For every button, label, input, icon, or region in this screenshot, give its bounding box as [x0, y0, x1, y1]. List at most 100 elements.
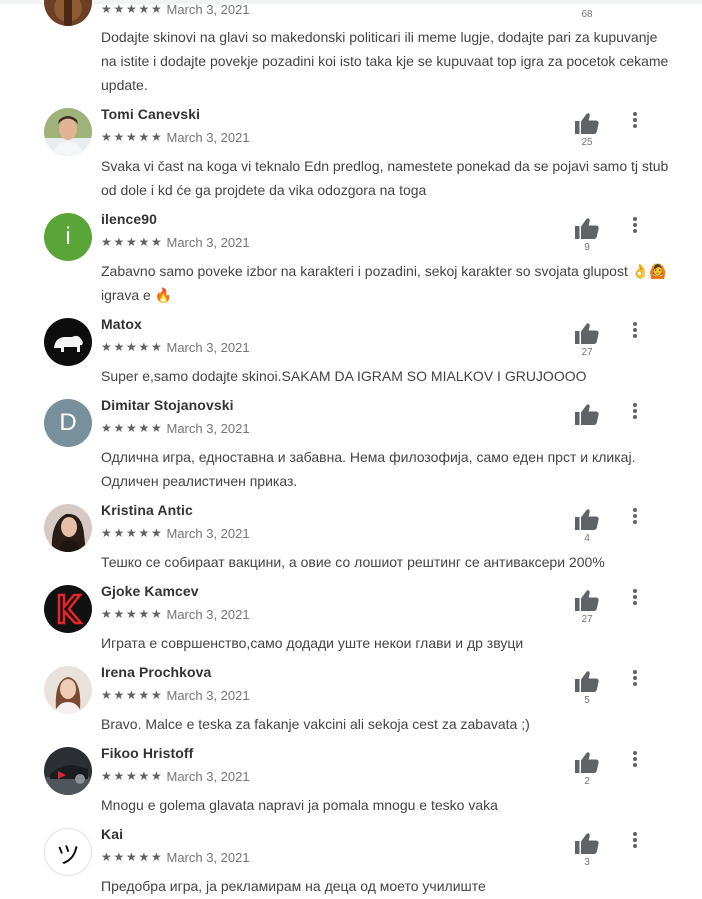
reviewer-avatar — [44, 666, 92, 714]
thumbs-up-icon[interactable] — [575, 403, 599, 425]
star-rating: ★ ★ ★ ★ ★ — [101, 527, 164, 539]
helpful-count: 4 — [584, 533, 590, 544]
more-vert-icon[interactable] — [627, 401, 643, 421]
star-icon: ★ — [101, 769, 112, 783]
review-text: Предобра игра, ја рекламирам на деца од … — [101, 878, 486, 894]
star-icon: ★ — [151, 130, 162, 144]
star-icon: ★ — [126, 769, 137, 783]
review-meta: ★ ★ ★ ★ ★ March 3, 2021 — [101, 420, 250, 436]
reviewer-name: ilence90 — [101, 211, 158, 227]
more-vert-icon[interactable] — [627, 668, 643, 688]
star-icon: ★ — [113, 769, 125, 783]
helpful-count: 68 — [581, 9, 593, 20]
review-text: Играта е совршенство,само додади уште не… — [101, 635, 524, 651]
star-icon: ★ — [101, 340, 112, 354]
star-icon: ★ — [126, 130, 137, 144]
review-date: March 3, 2021 — [166, 525, 250, 541]
review-meta: ★ ★ ★ ★ ★ March 3, 2021 — [101, 525, 250, 541]
star-icon: ★ — [151, 850, 162, 864]
review-date: March 3, 2021 — [166, 849, 250, 865]
star-icon: ★ — [151, 607, 162, 621]
more-vert-icon[interactable] — [627, 215, 643, 235]
star-icon: ★ — [151, 2, 162, 16]
star-icon: ★ — [126, 607, 137, 621]
review-date: March 3, 2021 — [166, 606, 250, 622]
reviewer-avatar — [44, 108, 92, 156]
thumbs-up-icon[interactable] — [575, 508, 599, 530]
star-icon: ★ — [113, 850, 125, 864]
star-icon: ★ — [138, 340, 150, 354]
review-text: Одлична игра, едноставна и забавна. Нема… — [101, 449, 636, 489]
review-meta: ★ ★ ★ ★ ★ March 3, 2021 — [101, 769, 250, 784]
thumbs-up-icon[interactable] — [575, 589, 599, 611]
avatar-letter: D — [59, 409, 77, 436]
star-icon: ★ — [138, 607, 150, 621]
review-text: Dodajte skinovi na glavi so makedonski p… — [101, 29, 669, 93]
review-meta: ★ ★ ★ ★ ★ March 3, 2021 — [101, 849, 250, 865]
reviewer-name: Gjoke Kamcev — [101, 583, 199, 599]
reviewer-avatar — [44, 318, 92, 366]
more-vert-icon[interactable] — [627, 506, 643, 526]
helpful-count: 27 — [581, 614, 593, 625]
review-date: March 3, 2021 — [166, 420, 250, 436]
star-rating: ★ ★ ★ ★ ★ — [101, 341, 164, 353]
star-icon: ★ — [101, 526, 112, 540]
star-icon: ★ — [151, 769, 162, 783]
star-icon: ★ — [113, 235, 125, 249]
avatar-letter: ツ — [56, 841, 80, 869]
more-vert-icon[interactable] — [627, 320, 643, 340]
review-date: March 3, 2021 — [166, 1, 250, 17]
star-icon: ★ — [138, 526, 150, 540]
star-icon: ★ — [113, 688, 125, 702]
star-rating: ★ ★ ★ ★ ★ — [101, 770, 164, 782]
reviewer-avatar — [44, 747, 92, 795]
reviewer-avatar — [44, 504, 92, 552]
star-icon: ★ — [126, 688, 137, 702]
reviewer-name: Tomi Canevski — [101, 106, 201, 122]
star-icon: ★ — [151, 340, 162, 354]
thumbs-up-icon[interactable] — [575, 322, 599, 344]
star-icon: ★ — [101, 421, 112, 435]
thumbs-up-icon[interactable] — [575, 751, 599, 773]
star-icon: ★ — [151, 688, 162, 702]
star-icon: ★ — [138, 130, 150, 144]
star-rating: ★ ★ ★ ★ ★ — [101, 236, 164, 248]
star-icon: ★ — [151, 526, 162, 540]
star-icon: ★ — [113, 421, 125, 435]
more-vert-icon[interactable] — [627, 749, 643, 769]
star-icon: ★ — [138, 421, 150, 435]
thumbs-up-icon[interactable] — [575, 832, 599, 854]
star-icon: ★ — [101, 235, 112, 249]
review-meta: ★ ★ ★ ★ ★ March 3, 2021 — [101, 129, 250, 145]
reviewer-avatar: ツ — [44, 828, 92, 876]
helpful-count: 2 — [584, 776, 590, 787]
review-date: March 3, 2021 — [166, 234, 250, 250]
more-vert-icon[interactable] — [627, 110, 643, 130]
helpful-count: 25 — [581, 137, 593, 148]
review-date: March 3, 2021 — [166, 129, 250, 145]
thumbs-up-icon[interactable] — [575, 217, 599, 239]
review-meta: ★ ★ ★ ★ ★ March 3, 2021 — [101, 1, 250, 17]
more-vert-icon[interactable] — [627, 830, 643, 850]
star-icon: ★ — [126, 235, 137, 249]
star-icon: ★ — [138, 688, 150, 702]
reviewer-name: Kai — [101, 826, 124, 842]
thumbs-up-icon[interactable] — [575, 670, 599, 692]
star-icon: ★ — [101, 607, 112, 621]
thumbs-up-icon[interactable] — [575, 112, 599, 134]
star-icon: ★ — [101, 130, 112, 144]
star-icon: ★ — [126, 421, 137, 435]
star-icon: ★ — [138, 2, 150, 16]
review-meta: ★ ★ ★ ★ ★ March 3, 2021 — [101, 234, 250, 250]
review-text: Svaka vi čast na koga vi teknalo Edn pre… — [101, 158, 669, 198]
review-text: Super e,samo dodajte skinoi.SAKAM DA IGR… — [101, 368, 587, 384]
more-vert-icon[interactable] — [627, 587, 643, 607]
review-date: March 3, 2021 — [166, 339, 250, 355]
star-icon: ★ — [151, 235, 162, 249]
star-icon: ★ — [101, 688, 112, 702]
star-icon: ★ — [101, 2, 112, 16]
reviewer-name: Fikoo Hristoff — [101, 745, 194, 761]
star-icon: ★ — [113, 130, 125, 144]
star-icon: ★ — [126, 850, 137, 864]
helpful-count: 3 — [584, 857, 590, 868]
